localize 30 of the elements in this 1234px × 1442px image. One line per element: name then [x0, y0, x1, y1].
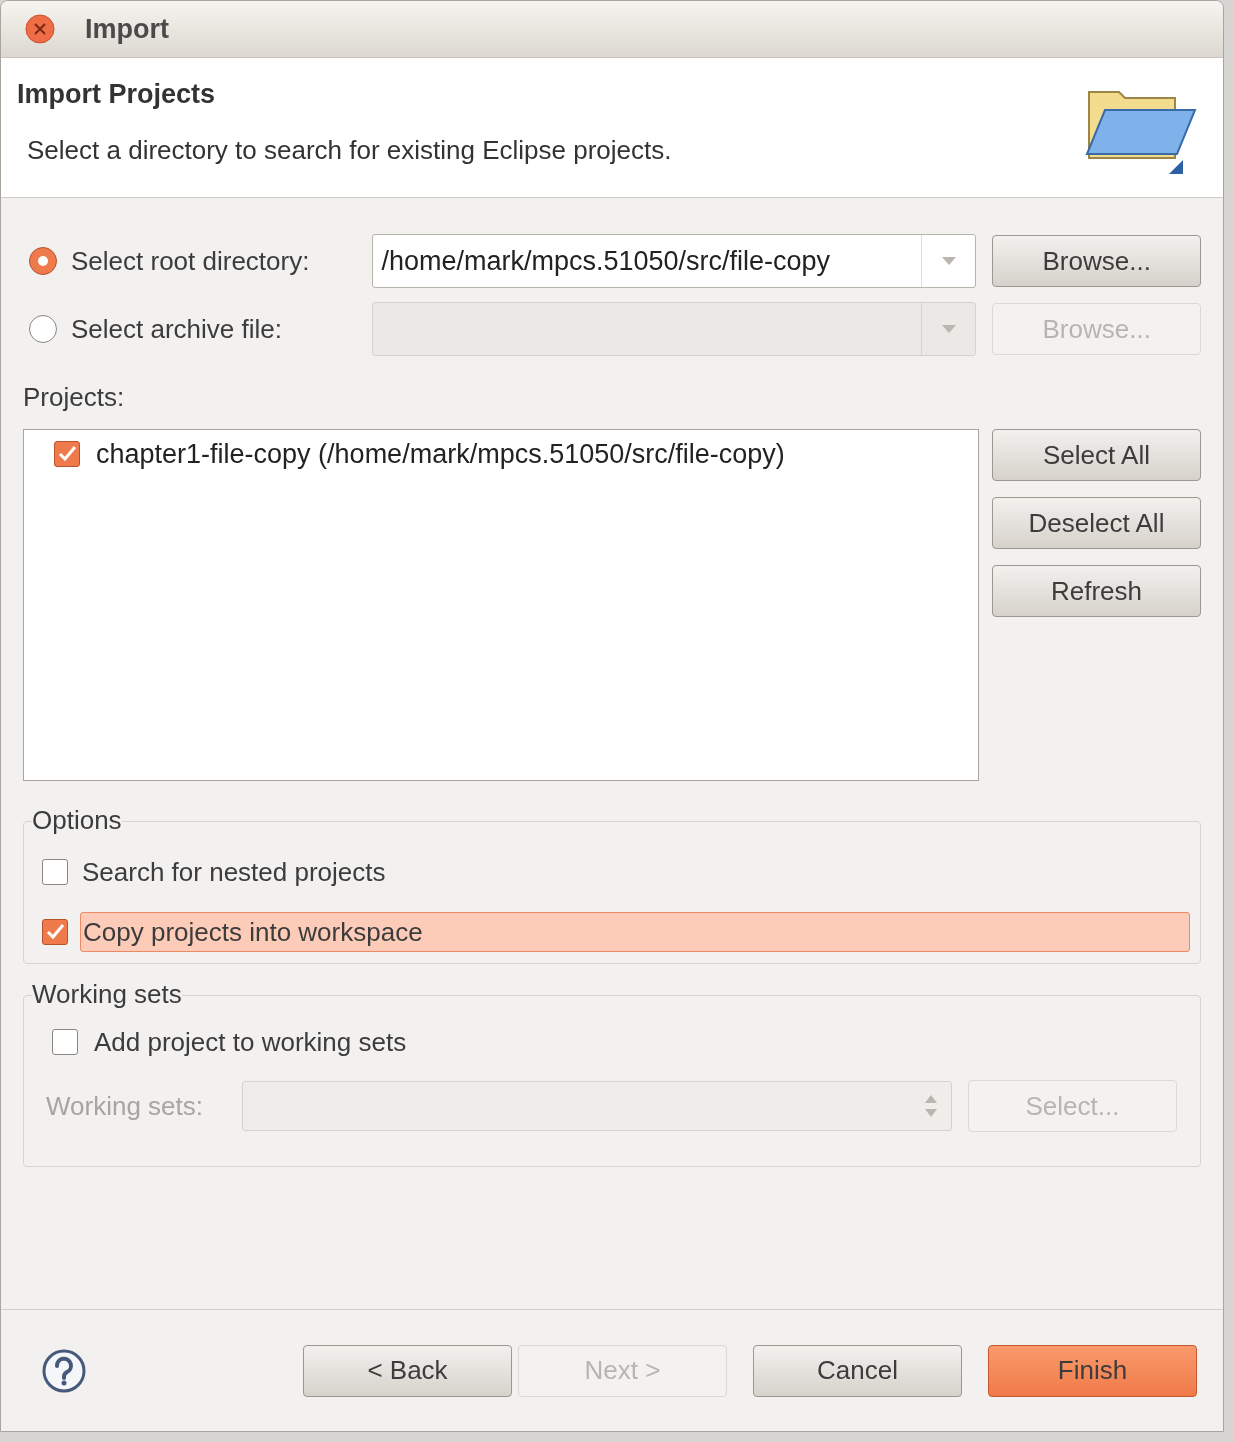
combo-box[interactable]: /home/mark/mpcs.51050/src/file-copy: [372, 234, 977, 288]
page-description: Select a directory to search for existing Eclipse projects.: [27, 133, 672, 167]
button[interactable]: Cancel: [753, 1344, 962, 1397]
combo-value: /home/mark/mpcs.51050/src/file-copy: [381, 244, 831, 278]
checkbox-label: Add project to working sets: [94, 1025, 407, 1059]
radio-button[interactable]: [29, 247, 57, 275]
button[interactable]: Refresh: [992, 565, 1201, 617]
button[interactable]: Browse...: [992, 235, 1201, 287]
checkbox[interactable]: [42, 919, 68, 945]
checkbox[interactable]: [42, 859, 68, 885]
radio-label: Select root directory:: [71, 244, 311, 278]
button[interactable]: < Back: [303, 1344, 512, 1397]
button[interactable]: Finish: [988, 1344, 1197, 1397]
radio-label: Select archive file:: [71, 312, 283, 346]
dropdown-arrow-icon: [941, 257, 956, 265]
page-title: Import Projects: [17, 78, 217, 111]
project-item[interactable]: chapter1-file-copy (/home/mark/mpcs.51050/src/file-copy): [96, 433, 785, 475]
checkbox[interactable]: [52, 1029, 78, 1055]
dropdown-arrow-icon: [941, 325, 956, 333]
help-icon[interactable]: [41, 1347, 87, 1394]
window-title: Import: [85, 12, 169, 46]
checkbox-label: Search for nested projects: [81, 855, 387, 889]
spinner-arrows-icon: [925, 1093, 937, 1119]
button[interactable]: Select All: [992, 429, 1201, 481]
close-icon[interactable]: [25, 14, 55, 44]
checkbox-label: Copy projects into workspace: [80, 912, 1190, 952]
checkbox[interactable]: [54, 441, 80, 467]
button[interactable]: Deselect All: [992, 497, 1201, 549]
field-label: Working sets:: [46, 1089, 204, 1123]
projects-label: Projects:: [23, 381, 126, 414]
